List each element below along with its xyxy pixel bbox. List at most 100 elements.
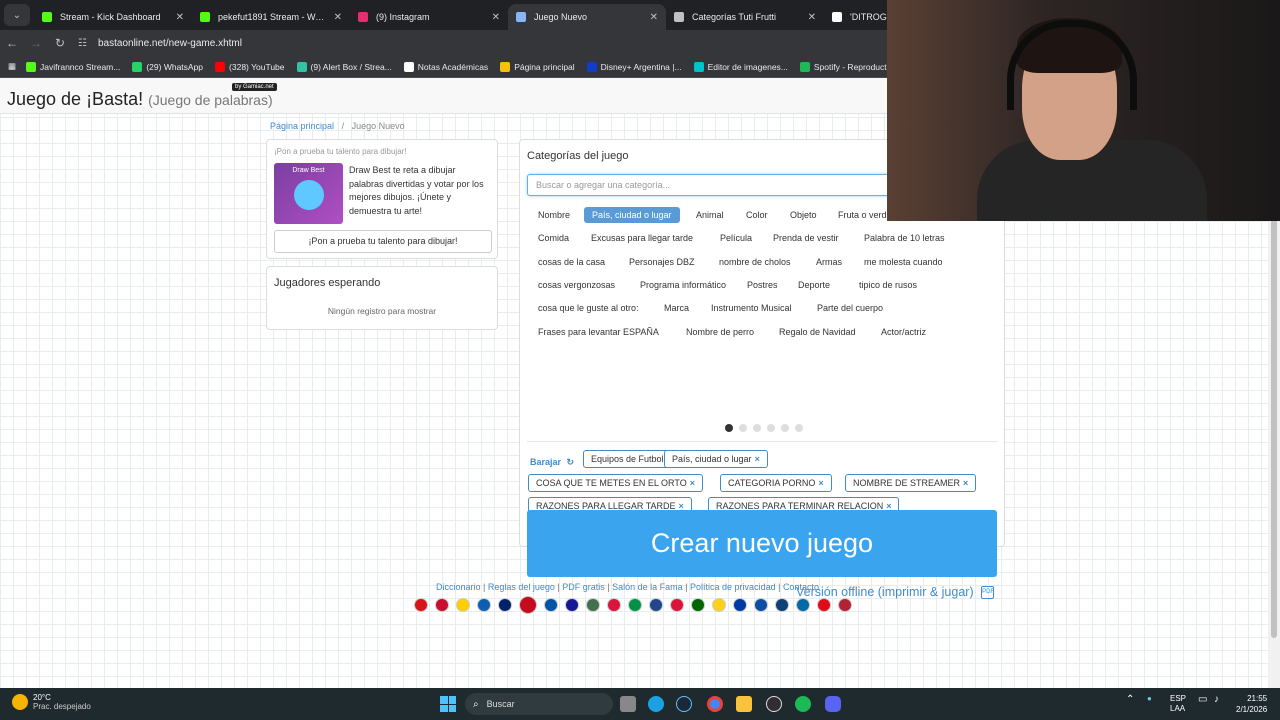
category-option[interactable]: Programa informático	[632, 277, 734, 293]
category-option[interactable]: tipico de rusos	[851, 277, 925, 293]
language-flag-icon[interactable]	[477, 598, 491, 612]
category-option[interactable]: Objeto	[782, 207, 825, 223]
system-clock[interactable]: 21:55 2/1/2026	[1236, 693, 1267, 715]
tray-chevron-icon[interactable]: ⌃	[1126, 694, 1134, 705]
bookmark-item[interactable]: Disney+ Argentina |...	[586, 61, 682, 72]
language-indicator[interactable]: ESP LAA	[1170, 694, 1186, 714]
network-icon[interactable]: ▭	[1198, 694, 1207, 705]
tab-close-icon[interactable]: ✕	[650, 12, 658, 23]
file-explorer-icon[interactable]	[620, 696, 636, 712]
category-option[interactable]: Prenda de vestir	[765, 230, 847, 246]
bookmark-item[interactable]: Página principal	[500, 61, 575, 72]
language-flag-icon[interactable]	[817, 598, 831, 612]
create-game-button[interactable]: Crear nuevo juego	[527, 510, 997, 577]
tab-close-icon[interactable]: ✕	[334, 12, 342, 23]
apps-grid-icon[interactable]: ▦	[8, 61, 16, 72]
browser-tab[interactable]: Juego Nuevo ✕	[508, 4, 666, 30]
footer-link[interactable]: Salón de la Fama	[612, 582, 683, 592]
remove-icon[interactable]: ×	[690, 478, 695, 488]
language-flag-icon[interactable]	[670, 598, 684, 612]
language-flag-icon[interactable]	[628, 598, 642, 612]
category-option[interactable]: Nombre	[530, 207, 578, 223]
remove-icon[interactable]: ×	[963, 478, 968, 488]
category-option[interactable]: Excusas para llegar tarde	[583, 230, 701, 246]
spotify-icon[interactable]	[795, 696, 811, 712]
language-flag-icon[interactable]	[838, 598, 852, 612]
language-flag-icon[interactable]	[565, 598, 579, 612]
forward-arrow-icon[interactable]: →	[24, 36, 48, 50]
category-option[interactable]: me molesta cuando	[856, 254, 951, 270]
language-flag-icon[interactable]	[456, 598, 470, 612]
pagination-dot[interactable]	[781, 424, 789, 432]
gamiac-badge[interactable]: by Gamiac.net	[232, 83, 277, 91]
category-option[interactable]: Postres	[739, 277, 786, 293]
category-option[interactable]: Parte del cuerpo	[809, 300, 891, 316]
category-option[interactable]: cosas de la casa	[530, 254, 613, 270]
edge-icon[interactable]	[648, 696, 664, 712]
language-flag-icon[interactable]	[435, 598, 449, 612]
chrome-icon[interactable]	[707, 696, 723, 712]
footer-link[interactable]: Reglas del juego	[488, 582, 555, 592]
pagination-dot[interactable]	[753, 424, 761, 432]
category-option[interactable]: Frases para levantar ESPAÑA	[530, 324, 667, 340]
breadcrumb-home-link[interactable]: Página principal	[270, 121, 334, 131]
bookmark-item[interactable]: (328) YouTube	[215, 61, 285, 72]
footer-link[interactable]: PDF gratis	[562, 582, 605, 592]
language-flag-icon[interactable]	[775, 598, 789, 612]
category-option[interactable]: Regalo de Navidad	[771, 324, 864, 340]
pagination-dot[interactable]	[795, 424, 803, 432]
language-flag-icon[interactable]	[712, 598, 726, 612]
language-flag-icon[interactable]	[498, 598, 512, 612]
language-flag-icon[interactable]	[691, 598, 705, 612]
footer-link[interactable]: Política de privacidad	[690, 582, 776, 592]
category-option[interactable]: Marca	[656, 300, 697, 316]
bookmark-item[interactable]: Editor de imagenes...	[693, 61, 788, 72]
language-flag-icon[interactable]	[649, 598, 663, 612]
obs-icon[interactable]	[766, 696, 782, 712]
category-option[interactable]: Armas	[808, 254, 850, 270]
category-option[interactable]: Nombre de perro	[678, 324, 762, 340]
taskbar-search[interactable]: ⌕ Buscar	[465, 693, 613, 715]
bookmark-item[interactable]: Spotify - Reproduct...	[799, 61, 894, 72]
steam-icon[interactable]	[676, 696, 692, 712]
browser-tab[interactable]: Stream - Kick Dashboard ✕	[34, 4, 192, 30]
promo-button[interactable]: ¡Pon a prueba tu talento para dibujar!	[274, 230, 492, 253]
browser-tab[interactable]: Categorías Tuti Frutti ✕	[666, 4, 824, 30]
folder-icon[interactable]	[736, 696, 752, 712]
category-option[interactable]: País, ciudad o lugar	[584, 207, 680, 223]
discord-icon[interactable]	[825, 696, 841, 712]
draw-best-thumbnail[interactable]: Draw Best	[274, 163, 343, 224]
bookmark-item[interactable]: (9) Alert Box / Strea...	[296, 61, 392, 72]
language-flag-icon[interactable]	[754, 598, 768, 612]
page-title[interactable]: Juego de ¡Basta! (Juego de palabras)	[7, 89, 273, 110]
language-flag-icon[interactable]	[586, 598, 600, 612]
category-option[interactable]: Animal	[688, 207, 732, 223]
category-option[interactable]: Deporte	[790, 277, 838, 293]
remove-icon[interactable]: ×	[755, 454, 760, 464]
category-option[interactable]: cosa que le guste al otro:	[530, 300, 647, 316]
windows-start-icon[interactable]	[440, 696, 456, 712]
category-option[interactable]: Color	[738, 207, 776, 223]
category-option[interactable]: Personajes DBZ	[621, 254, 703, 270]
language-flag-icon[interactable]	[519, 596, 537, 614]
scrollbar-thumb[interactable]	[1271, 218, 1277, 638]
pagination-dot[interactable]	[767, 424, 775, 432]
shuffle-button[interactable]: Barajar ↻	[530, 457, 574, 468]
category-option[interactable]: Comida	[530, 230, 577, 246]
pagination-dot[interactable]	[739, 424, 747, 432]
weather-widget[interactable]: 20°C Prac. despejado	[12, 693, 91, 711]
category-option[interactable]: cosas vergonzosas	[530, 277, 623, 293]
footer-link[interactable]: Diccionario	[436, 582, 481, 592]
bookmark-item[interactable]: Notas Académicas	[403, 61, 488, 72]
browser-tab[interactable]: (9) Instagram ✕	[350, 4, 508, 30]
address-bar[interactable]: ☷ bastaonline.net/new-game.xhtml	[78, 38, 242, 49]
category-option[interactable]: Actor/actriz	[873, 324, 934, 340]
language-flag-icon[interactable]	[607, 598, 621, 612]
microphone-icon[interactable]: ●	[1147, 694, 1152, 703]
footer-link[interactable]: Contacto	[783, 582, 819, 592]
language-flag-icon[interactable]	[544, 598, 558, 612]
browser-tab[interactable]: pekefut1891 Stream - Watch Li... ✕	[192, 4, 350, 30]
pagination-dot[interactable]	[725, 424, 733, 432]
category-option[interactable]: Palabra de 10 letras	[856, 230, 953, 246]
language-flag-icon[interactable]	[414, 598, 428, 612]
